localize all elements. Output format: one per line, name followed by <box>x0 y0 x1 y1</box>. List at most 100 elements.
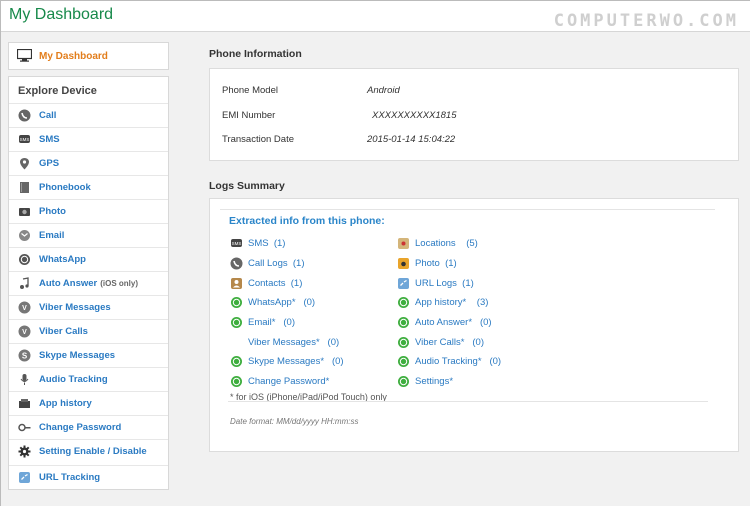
sidebar-item-photo[interactable]: Photo <box>9 199 168 223</box>
emi-number-label: EMI Number <box>222 110 276 121</box>
whatsapp-icon <box>230 296 243 309</box>
divider <box>228 401 708 402</box>
sidebar-item-sms[interactable]: SMS SMS <box>9 127 168 151</box>
log-label: Photo (1) <box>415 258 457 269</box>
sidebar-item-audio-tracking[interactable]: Audio Tracking <box>9 367 168 391</box>
sidebar-item-viber-calls[interactable]: V Viber Calls <box>9 319 168 343</box>
sidebar-item-sublabel: (iOS only) <box>100 279 139 288</box>
music-note-icon <box>18 277 31 290</box>
sidebar-item-phonebook[interactable]: Phonebook <box>9 175 168 199</box>
transaction-date-label: Transaction Date <box>222 134 294 145</box>
sidebar-item-gps[interactable]: GPS <box>9 151 168 175</box>
sidebar-item-whatsapp[interactable]: WhatsApp <box>9 247 168 271</box>
log-label: Email* (0) <box>248 317 295 328</box>
log-label: SMS (1) <box>248 238 286 249</box>
log-label: Settings* <box>415 376 454 387</box>
sidebar-item-setting-enable-disable[interactable]: Setting Enable / Disable <box>9 439 168 463</box>
sidebar-section-title: Explore Device <box>18 85 97 97</box>
sms-icon: SMS <box>18 133 31 146</box>
sidebar-item-label: Viber Calls <box>39 326 88 337</box>
log-label: Call Logs (1) <box>248 258 305 269</box>
svg-text:SMS: SMS <box>232 241 242 246</box>
emi-number-value: XXXXXXXXXX1815 <box>372 110 457 121</box>
app-title: My Dashboard <box>9 6 114 23</box>
sidebar-item-label: Phonebook <box>39 182 91 193</box>
microphone-icon <box>18 373 31 386</box>
url-icon <box>397 277 410 290</box>
log-label: Locations (5) <box>415 238 478 249</box>
whatsapp-icon <box>397 336 410 349</box>
svg-text:V: V <box>22 329 27 336</box>
sidebar-item-label: Photo <box>39 206 66 217</box>
phone-info-title: Phone Information <box>209 48 302 60</box>
log-label: Viber Messages* (0) <box>248 337 340 348</box>
svg-text:S: S <box>22 352 28 361</box>
monitor-icon <box>17 49 32 62</box>
app-window: My Dashboard COMPUTERWO.COM My Dashboard… <box>0 0 750 506</box>
viber-icon: V <box>18 301 31 314</box>
whatsapp-icon <box>397 355 410 368</box>
skype-icon: S <box>18 349 31 362</box>
camera-icon <box>18 205 31 218</box>
sidebar-item-label: Viber Messages <box>39 302 111 313</box>
url-icon <box>18 471 31 484</box>
sidebar-item-label: GPS <box>39 158 60 169</box>
sidebar-item-change-password[interactable]: Change Password <box>9 415 168 439</box>
log-label: Auto Answer* (0) <box>415 317 492 328</box>
log-label: Change Password* <box>248 376 330 387</box>
whatsapp-icon <box>230 375 243 388</box>
sidebar-item-email[interactable]: Email <box>9 223 168 247</box>
whatsapp-icon <box>18 253 31 266</box>
log-label: Viber Calls* (0) <box>415 337 484 348</box>
phonebook-icon <box>18 181 31 194</box>
map-pin-icon <box>18 157 31 170</box>
key-icon <box>18 421 31 434</box>
whatsapp-icon <box>230 316 243 329</box>
logs-summary-title: Logs Summary <box>209 180 285 192</box>
watermark: COMPUTERWO.COM <box>553 11 739 31</box>
log-label: Contacts (1) <box>248 278 303 289</box>
sidebar-item-app-history[interactable]: App history <box>9 391 168 415</box>
sidebar-item-label: Change Password <box>39 422 122 433</box>
top-bar: My Dashboard COMPUTERWO.COM <box>1 1 750 32</box>
sidebar-item-label: Auto Answer <box>39 278 98 289</box>
viber-icon: V <box>18 325 31 338</box>
sidebar-item-skype-messages[interactable]: S Skype Messages <box>9 343 168 367</box>
log-label: Audio Tracking* (0) <box>415 356 502 367</box>
svg-text:V: V <box>22 305 27 312</box>
phone-icon <box>230 257 243 270</box>
log-label: URL Logs (1) <box>415 278 474 289</box>
sidebar-item-label: Skype Messages <box>39 350 116 361</box>
photo-icon <box>397 257 410 270</box>
sidebar-item-label: Call <box>39 110 57 121</box>
phone-model-value: Android <box>367 85 400 96</box>
content-area: My Dashboard Explore Device Call SMS SMS GP… <box>1 32 750 506</box>
date-format-note: Date format: MM/dd/yyyy HH:mm:ss <box>230 417 359 426</box>
phone-info-panel: Phone Model Android EMI Number XXXXXXXXX… <box>209 68 739 161</box>
whatsapp-icon <box>397 316 410 329</box>
sidebar-item-label: Email <box>39 230 65 241</box>
app-history-icon <box>18 397 31 410</box>
dashboard-link-label: My Dashboard <box>39 51 108 62</box>
sidebar-item-text: Auto Answer (iOS only) <box>39 278 138 289</box>
whatsapp-icon <box>397 375 410 388</box>
contacts-icon <box>230 277 243 290</box>
sidebar-item-call[interactable]: Call <box>9 103 168 127</box>
logs-summary-panel: Extracted info from this phone: SMS SMS (… <box>209 198 739 452</box>
dashboard-link[interactable]: My Dashboard <box>8 42 169 70</box>
sidebar-item-label: SMS <box>39 134 60 145</box>
sidebar-item-auto-answer[interactable]: Auto Answer (iOS only) <box>9 271 168 295</box>
sidebar-item-label: App history <box>39 398 92 409</box>
svg-text:SMS: SMS <box>20 137 30 142</box>
sms-icon: SMS <box>230 237 243 250</box>
whatsapp-icon <box>397 296 410 309</box>
sidebar-item-url-tracking[interactable]: URL Tracking <box>9 465 168 491</box>
log-label: WhatsApp* (0) <box>248 297 316 308</box>
gear-icon <box>18 445 31 458</box>
sidebar-nav: Explore Device Call SMS SMS GPS Phonebook Pho… <box>8 76 169 490</box>
email-icon <box>18 229 31 242</box>
phone-icon <box>18 109 31 122</box>
sidebar-item-label: Audio Tracking <box>39 374 108 385</box>
sidebar-item-viber-messages[interactable]: V Viber Messages <box>9 295 168 319</box>
phone-model-label: Phone Model <box>222 85 278 96</box>
